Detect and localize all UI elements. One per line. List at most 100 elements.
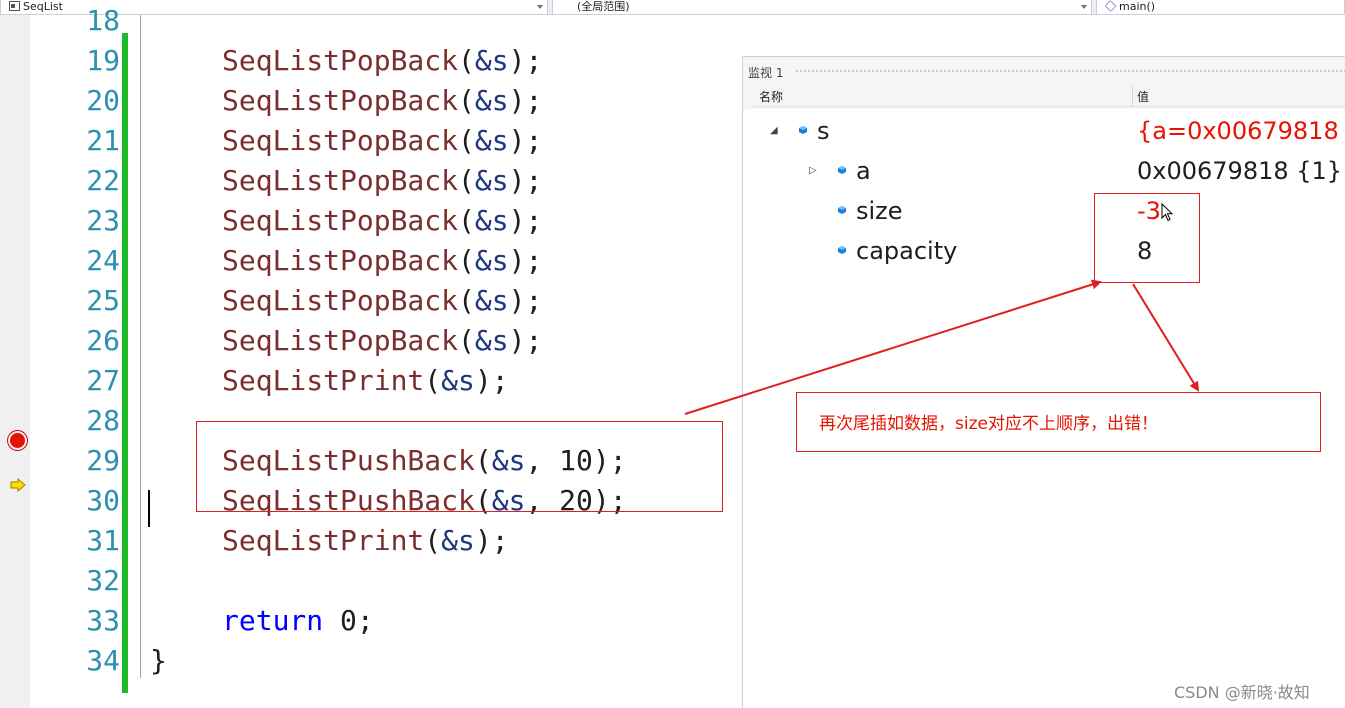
code-line[interactable]: 33 return 0; <box>0 601 742 641</box>
expand-triangle-icon[interactable]: ▷ <box>809 151 817 191</box>
argument: &s <box>474 284 509 317</box>
collapse-triangle-icon[interactable]: ◢ <box>770 111 778 151</box>
text-caret <box>148 490 150 527</box>
watch-value[interactable]: 0x00679818 {1} <box>1137 151 1342 191</box>
code-line[interactable]: 31 SeqListPrint(&s); <box>0 521 742 561</box>
watch-row-a[interactable]: ▷ a 0x00679818 {1} <box>743 151 1345 191</box>
code-text: SeqListPopBack(&s); <box>222 124 543 157</box>
field-icon <box>838 246 846 254</box>
watch-name: capacity <box>856 237 958 265</box>
line-number: 21 <box>86 124 120 157</box>
function-name: SeqListPopBack <box>222 44 459 77</box>
code-text: SeqListPopBack(&s); <box>222 324 543 357</box>
method-icon <box>1104 0 1117 12</box>
statement-end: ); <box>508 124 543 157</box>
function-dropdown-label: main() <box>1119 0 1156 13</box>
watch-title: 监视 1 <box>748 66 784 80</box>
function-name: SeqListPrint <box>222 364 425 397</box>
argument: &s <box>474 324 509 357</box>
line-number: 22 <box>86 164 120 197</box>
argument: &s <box>474 204 509 237</box>
code-line[interactable]: 24 SeqListPopBack(&s); <box>0 241 742 281</box>
code-line[interactable]: 18 <box>0 1 742 41</box>
code-text: SeqListPopBack(&s); <box>222 284 543 317</box>
name-column-header[interactable]: 名称 <box>759 88 783 105</box>
code-line[interactable]: 27 SeqListPrint(&s); <box>0 361 742 401</box>
annotation-callout: 再次尾插如数据，size对应不上顺序，出错！ <box>796 392 1321 452</box>
code-line[interactable]: 22 SeqListPopBack(&s); <box>0 161 742 201</box>
field-icon <box>799 126 807 134</box>
code-text: return 0; <box>222 601 374 641</box>
line-number: 24 <box>86 244 120 277</box>
code-line[interactable]: 19 SeqListPopBack(&s); <box>0 41 742 81</box>
code-line[interactable]: 20 SeqListPopBack(&s); <box>0 81 742 121</box>
statement-end: ); <box>474 364 509 397</box>
pushback-highlight-box <box>196 421 723 512</box>
line-number: 28 <box>86 404 120 437</box>
code-text: SeqListPrint(&s); <box>222 524 509 557</box>
instruction-pointer-arrow-icon <box>10 478 26 492</box>
keyword: return <box>222 604 324 637</box>
code-text: SeqListPopBack(&s); <box>222 164 543 197</box>
function-name: SeqListPopBack <box>222 244 459 277</box>
line-number: 30 <box>86 484 120 517</box>
chevron-down-icon <box>1081 5 1087 9</box>
watch-name: a <box>856 157 871 185</box>
watch-name: s <box>817 117 830 145</box>
breakpoint-icon[interactable] <box>8 431 27 450</box>
argument: &s <box>474 44 509 77</box>
watch-row-capacity[interactable]: capacity 8 <box>743 231 1345 271</box>
drag-grip[interactable] <box>795 69 1345 74</box>
column-separator[interactable] <box>1132 85 1133 107</box>
field-icon <box>838 166 846 174</box>
line-number: 34 <box>86 644 120 677</box>
line-number: 32 <box>86 564 120 597</box>
code-line[interactable]: 25 SeqListPopBack(&s); <box>0 281 742 321</box>
watch-row-s[interactable]: ◢ s {a=0x00679818 { <box>743 111 1345 151</box>
code-line[interactable]: 23 SeqListPopBack(&s); <box>0 201 742 241</box>
line-number: 33 <box>86 604 120 637</box>
statement-end: ; <box>356 604 374 637</box>
watermark: CSDN @新晓·故知 <box>1174 683 1310 702</box>
function-name: SeqListPopBack <box>222 284 459 317</box>
function-name: SeqListPopBack <box>222 84 459 117</box>
line-number: 23 <box>86 204 120 237</box>
argument: &s <box>441 364 475 397</box>
code-line[interactable]: 34} <box>0 641 742 681</box>
return-value: 0 <box>340 604 357 637</box>
code-text: SeqListPrint(&s); <box>222 364 509 397</box>
code-text: SeqListPopBack(&s); <box>222 204 543 237</box>
watch-column-header: 名称 值 <box>751 85 1345 107</box>
code-line[interactable]: 26 SeqListPopBack(&s); <box>0 321 742 361</box>
value-highlight-box <box>1094 193 1200 283</box>
line-number: 19 <box>86 44 120 77</box>
annotation-text: 再次尾插如数据，size对应不上顺序，出错！ <box>819 414 1158 434</box>
function-dropdown[interactable]: main() <box>1096 0 1345 15</box>
function-name: SeqListPopBack <box>222 204 459 237</box>
statement-end: ); <box>474 524 509 557</box>
argument: &s <box>474 164 509 197</box>
argument: &s <box>441 524 475 557</box>
statement-end: ); <box>508 244 543 277</box>
code-line[interactable]: 32 <box>0 561 742 601</box>
line-number: 18 <box>86 4 120 37</box>
function-name: SeqListPrint <box>222 524 425 557</box>
field-icon <box>838 206 846 214</box>
code-line[interactable]: 21 SeqListPopBack(&s); <box>0 121 742 161</box>
statement-end: ); <box>508 204 543 237</box>
argument: &s <box>474 84 509 117</box>
line-number: 27 <box>86 364 120 397</box>
watch-name: size <box>856 197 903 225</box>
argument: &s <box>474 244 509 277</box>
statement-end: ); <box>508 164 543 197</box>
watch-row-size[interactable]: size -3 <box>743 191 1345 231</box>
value-column-header[interactable]: 值 <box>1137 88 1149 105</box>
line-number: 20 <box>86 84 120 117</box>
watch-value[interactable]: {a=0x00679818 { <box>1137 111 1345 151</box>
code-text: SeqListPopBack(&s); <box>222 84 543 117</box>
statement-end: ); <box>508 84 543 117</box>
code-text: SeqListPopBack(&s); <box>222 244 543 277</box>
function-name: SeqListPopBack <box>222 324 459 357</box>
watch-title-bar[interactable]: 监视 1 <box>743 57 1345 85</box>
line-number: 25 <box>86 284 120 317</box>
